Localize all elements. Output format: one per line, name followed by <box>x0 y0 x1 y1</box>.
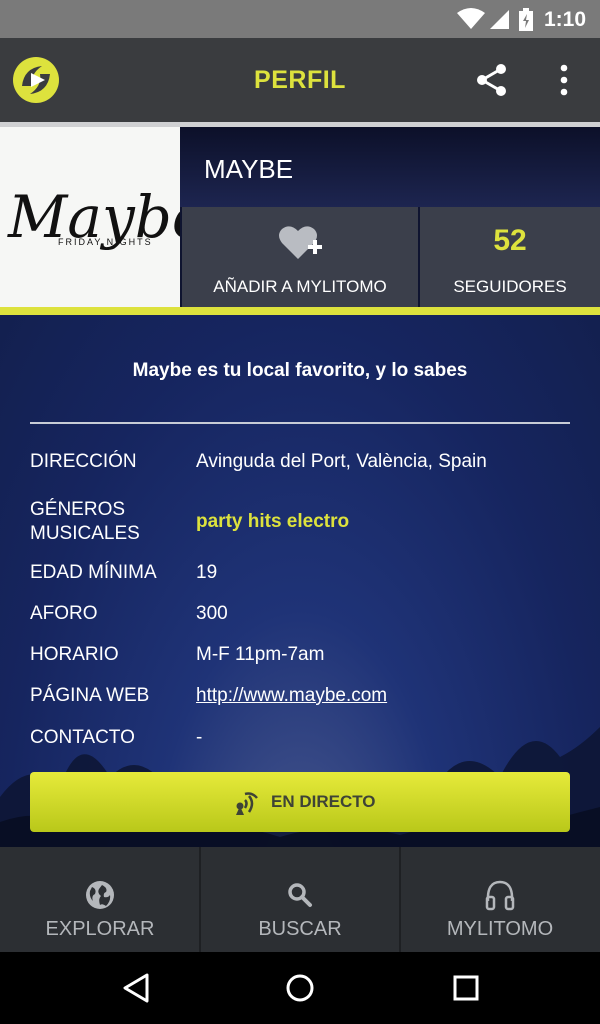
followers-label: SEGUIDORES <box>453 277 567 296</box>
recents-icon[interactable] <box>451 972 481 1004</box>
venue-tagline: Maybe es tu local favorito, y lo sabes <box>132 360 468 381</box>
clock: 1:10 <box>543 8 586 31</box>
website-link[interactable]: http://www.maybe.com <box>196 684 387 708</box>
detail-label: AFORO <box>30 603 98 624</box>
tab-mylitomo[interactable]: MYLITOMO <box>400 847 600 952</box>
broadcast-icon <box>236 792 258 815</box>
venue-logo-image: Maybe FRIDAY NIGHTS <box>0 127 206 307</box>
accent-divider <box>0 307 600 315</box>
tab-explorar[interactable]: EXPLORAR <box>0 847 200 952</box>
globe-icon <box>86 881 114 909</box>
venue-logo-subtext: FRIDAY NIGHTS <box>58 237 153 247</box>
detail-label: CONTACTO <box>30 727 135 748</box>
share-icon[interactable] <box>474 62 510 98</box>
signal-icon <box>490 10 509 29</box>
system-navigation-bar <box>0 952 600 1024</box>
tab-label: BUSCAR <box>258 918 342 940</box>
detail-value: Avinguda del Port, València, Spain <box>196 451 487 472</box>
tab-buscar[interactable]: BUSCAR <box>200 847 400 952</box>
live-button[interactable]: EN DIRECTO <box>30 772 570 832</box>
detail-value: 300 <box>196 603 228 624</box>
more-vert-icon[interactable] <box>556 64 572 96</box>
detail-value: M-F 11pm-7am <box>196 644 325 665</box>
divider <box>30 422 570 424</box>
detail-value: - <box>196 727 203 748</box>
detail-value: 19 <box>196 562 218 583</box>
genres-value[interactable]: party hits electro <box>196 510 349 534</box>
bottom-navigation: EXPLORAR BUSCAR MYLITOMO <box>0 847 600 952</box>
venue-name: MAYBE <box>180 127 600 207</box>
status-bar: 1:10 <box>0 0 600 38</box>
venue-details: Maybe es tu local favorito, y lo sabes D… <box>0 315 600 847</box>
detail-label: HORARIO <box>30 644 119 665</box>
page-title: PERFIL <box>254 66 346 94</box>
detail-label: EDAD MÍNIMA <box>30 562 157 583</box>
live-button-label: EN DIRECTO <box>271 792 376 811</box>
heart-plus-icon <box>279 226 322 259</box>
detail-label: DIRECCIÓN <box>30 451 137 472</box>
app-bar: PERFIL <box>0 38 600 122</box>
venue-header: Maybe FRIDAY NIGHTS MAYBE AÑADIR A MYLIT… <box>0 127 600 307</box>
headphones-icon <box>485 880 515 911</box>
add-to-mylitomo-button[interactable]: AÑADIR A MYLITOMO <box>182 207 418 307</box>
followers-counter: 52 SEGUIDORES <box>420 207 600 307</box>
home-icon[interactable] <box>285 972 315 1004</box>
battery-icon <box>519 8 533 31</box>
tab-label: EXPLORAR <box>45 918 155 940</box>
followers-count: 52 <box>493 224 527 257</box>
tab-label: MYLITOMO <box>446 918 554 940</box>
detail-label: PÁGINA WEB <box>30 685 150 706</box>
add-to-mylitomo-label: AÑADIR A MYLITOMO <box>213 277 387 296</box>
search-icon <box>288 883 312 907</box>
back-icon[interactable] <box>121 972 151 1004</box>
detail-label: GÉNEROS MUSICALES <box>30 499 140 544</box>
wifi-icon <box>457 8 485 29</box>
